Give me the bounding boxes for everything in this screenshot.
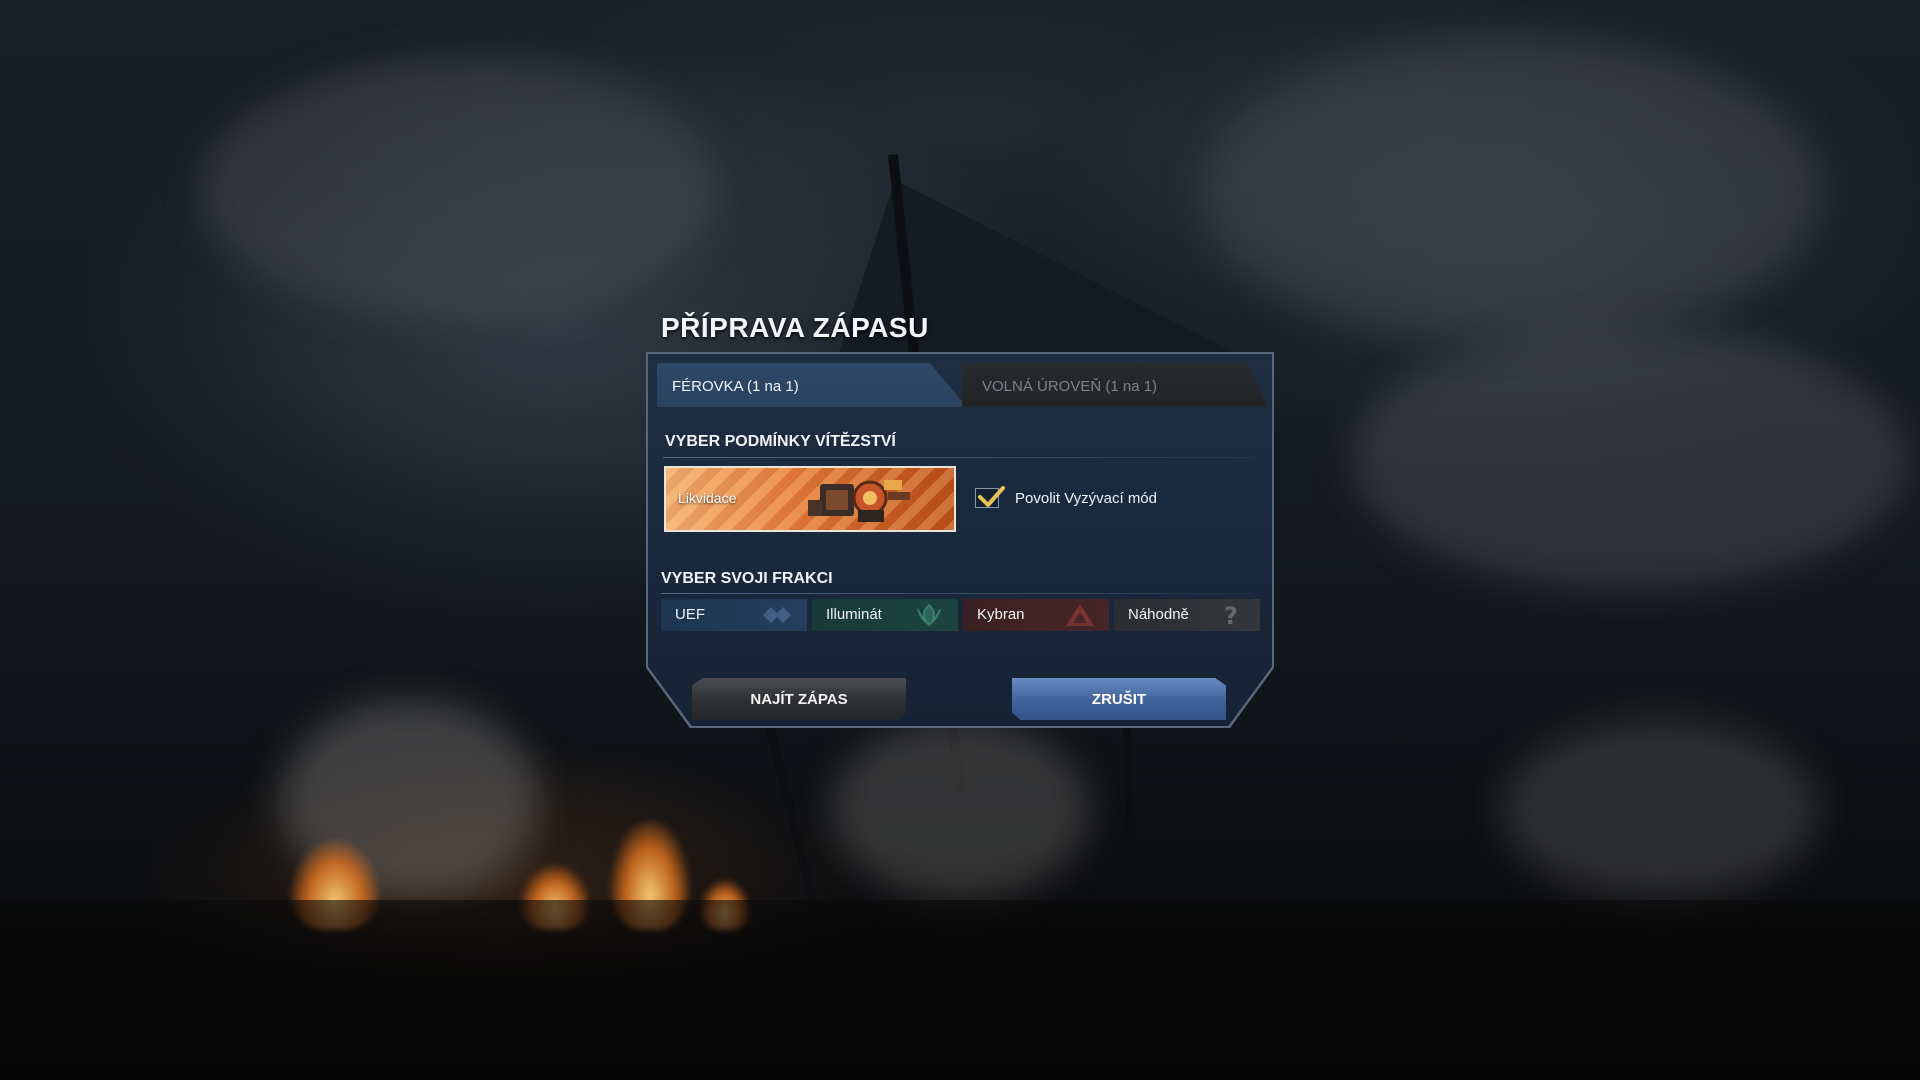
match-setup-screen: PŘÍPRAVA ZÁPASU FÉROVKA (1 na 1) VOLNÁ Ú… (0, 0, 1920, 1080)
faction-selector: UEF Illuminát Kybran Náhodně ? (661, 599, 1261, 631)
checkmark-icon (978, 486, 1005, 507)
question-mark-icon: ? (1224, 603, 1238, 627)
dialog-title: PŘÍPRAVA ZÁPASU (661, 312, 929, 343)
smoke-plume (830, 720, 1090, 900)
smoke-plume (1500, 720, 1820, 900)
challenge-mode-checkbox[interactable] (975, 486, 1005, 508)
tab-label: FÉROVKA (1 na 1) (672, 378, 799, 395)
faction-uef[interactable]: UEF (661, 599, 807, 631)
faction-random[interactable]: Náhodně ? (1114, 599, 1260, 631)
victory-condition-label: Likvidace (678, 490, 737, 506)
faction-label: Náhodně (1128, 606, 1189, 623)
cloud (1200, 40, 1820, 340)
uef-emblem-icon (763, 607, 791, 623)
faction-cybran[interactable]: Kybran (963, 599, 1109, 631)
svg-text:?: ? (1224, 603, 1238, 627)
mode-tabs: FÉROVKA (1 na 1) VOLNÁ ÚROVEŇ (1 na 1) (657, 363, 1267, 407)
tab-label: VOLNÁ ÚROVEŇ (1 na 1) (982, 378, 1158, 395)
victory-condition-card[interactable]: Likvidace (664, 466, 956, 532)
faction-illuminate[interactable]: Illuminát (812, 599, 958, 631)
challenge-mode-toggle[interactable]: Povolit Vyzývací mód (975, 486, 1157, 508)
faction-heading: VYBER SVOJI FRAKCI (661, 570, 833, 587)
cybran-emblem-icon (1066, 604, 1094, 626)
faction-label: Illuminát (826, 606, 882, 623)
challenge-mode-label: Povolit Vyzývací mód (1015, 489, 1157, 507)
dialog-body: FÉROVKA (1 na 1) VOLNÁ ÚROVEŇ (1 na 1) V… (648, 354, 1272, 726)
mech-unit-icon (808, 480, 910, 522)
ground (0, 900, 1920, 1080)
cloud (1350, 330, 1910, 590)
cloud (200, 60, 720, 320)
tab-unranked[interactable]: VOLNÁ ÚROVEŇ (1 na 1) (962, 363, 1267, 407)
illuminate-emblem-icon (917, 603, 941, 627)
find-match-button[interactable]: NAJÍT ZÁPAS (692, 678, 906, 720)
faction-label: UEF (675, 606, 705, 623)
divider (661, 593, 1253, 594)
divider (663, 457, 1253, 458)
cancel-button[interactable]: ZRUŠIT (1012, 678, 1226, 720)
faction-label: Kybran (977, 606, 1025, 623)
victory-heading: VYBER PODMÍNKY VÍTĚZSTVÍ (665, 433, 896, 450)
tab-ranked[interactable]: FÉROVKA (1 na 1) (657, 363, 967, 407)
match-setup-dialog: FÉROVKA (1 na 1) VOLNÁ ÚROVEŇ (1 na 1) V… (646, 352, 1274, 728)
